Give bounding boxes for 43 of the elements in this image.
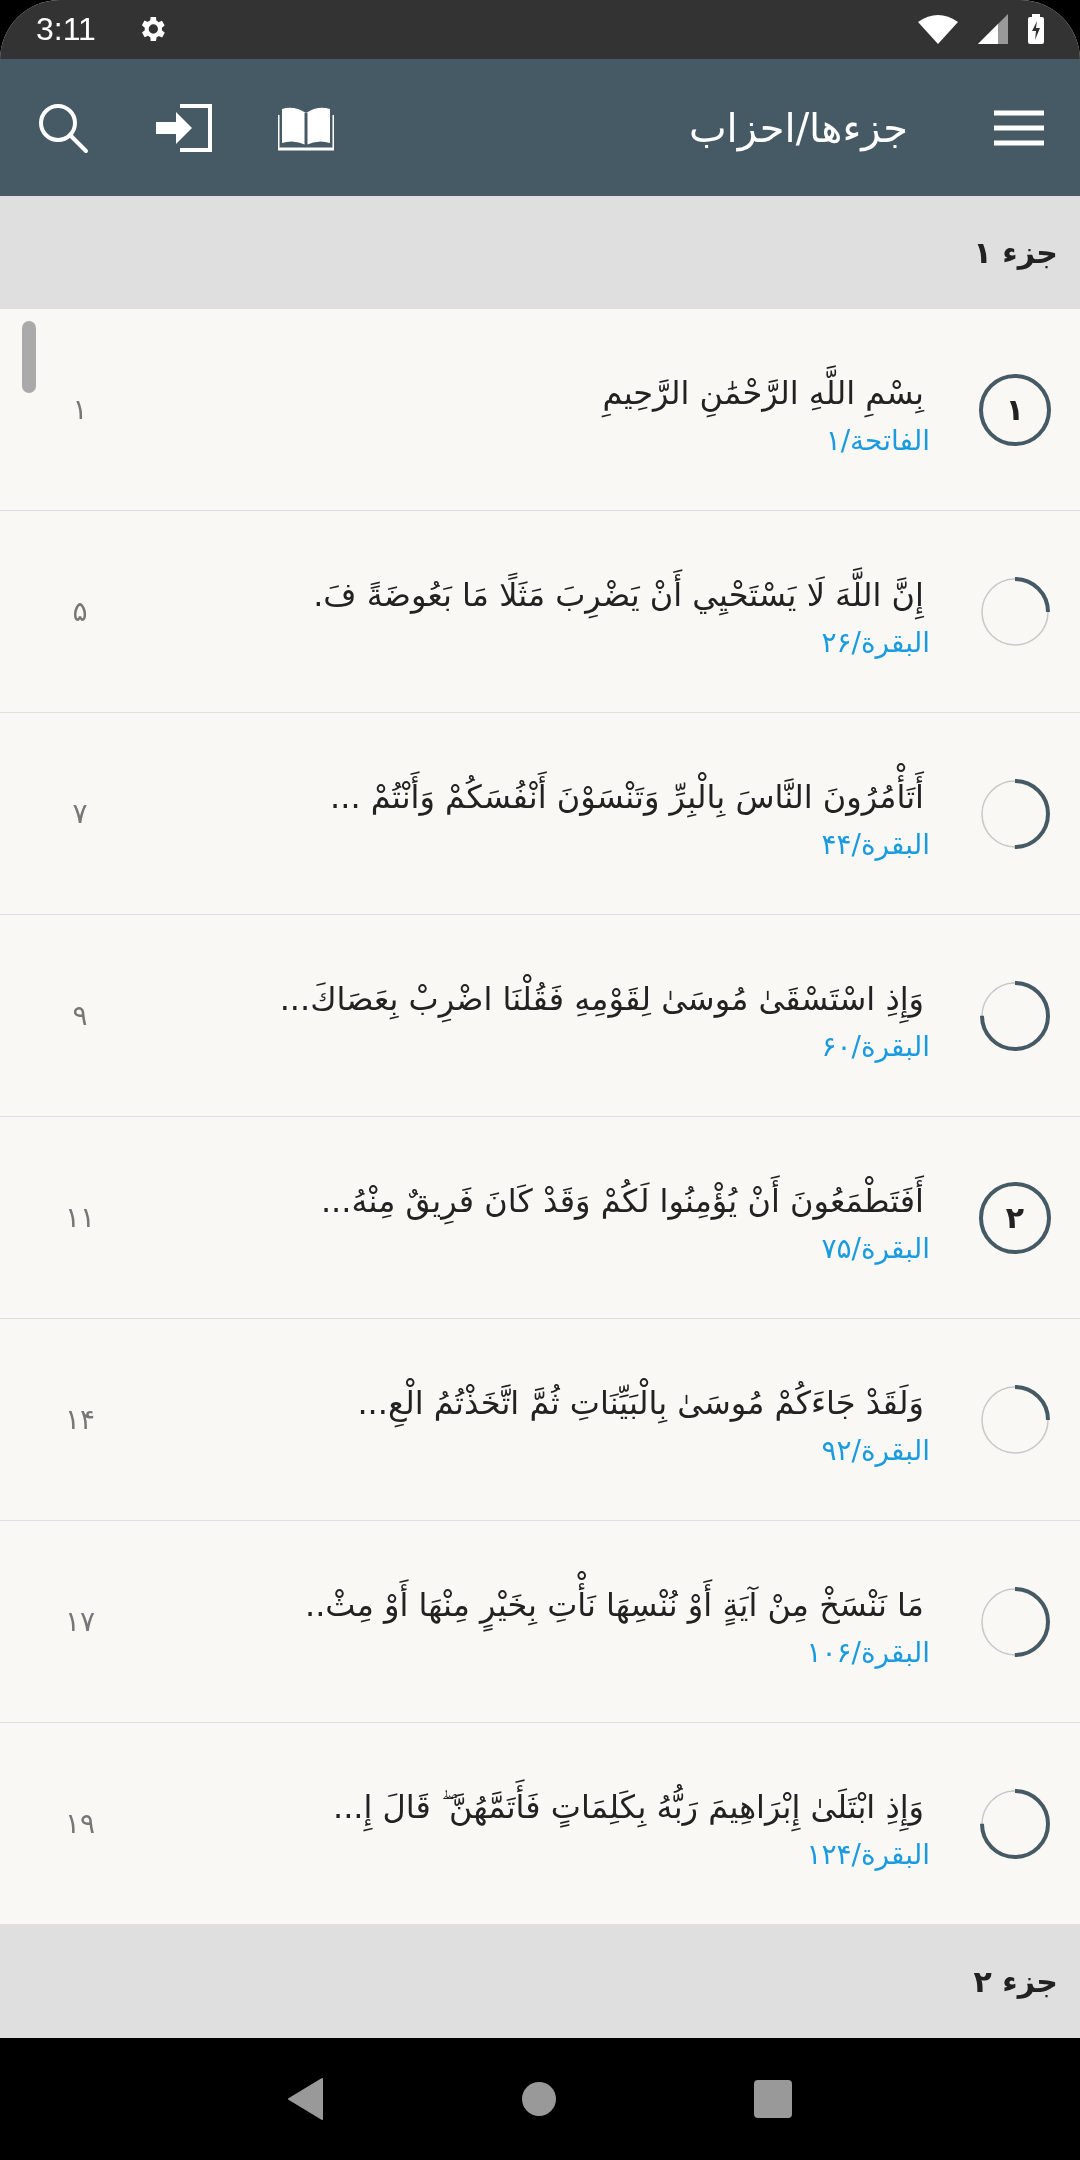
page-number: ۵ xyxy=(72,595,88,629)
section-title: جزء ۱ xyxy=(973,235,1058,271)
app-title: جزءها/احزاب xyxy=(688,104,908,151)
page-number: ۷ xyxy=(72,797,88,831)
surah-reference: البقرة/۴۴ xyxy=(821,827,930,861)
wifi-icon xyxy=(918,14,958,45)
verse-text: أَفَتَطْمَعُونَ أَنْ يُؤْمِنُوا لَكُمْ وَقَدْ كَانَ فَرِيقٌ مِنْهُ... xyxy=(314,1170,930,1232)
surah-reference: البقرة/۲۶ xyxy=(821,625,930,659)
page-number: ۱۷ xyxy=(64,1605,96,1639)
status-time: 3:11 xyxy=(36,10,96,48)
hizb-badge: ۱ xyxy=(979,373,1051,446)
page-number: ۹ xyxy=(72,999,88,1033)
signal-icon xyxy=(978,14,1008,45)
surah-reference: الفاتحة/۱ xyxy=(825,423,930,457)
verse-text: وَإِذِ ابْتَلَىٰ إِبْرَاهِيمَ رَبُّهُ بِكَلِمَاتٍ فَأَتَمَّهُنَّ ۖ قَالَ إِ... xyxy=(327,1776,930,1838)
surah-reference: البقرة/۷۵ xyxy=(821,1231,930,1265)
login-icon[interactable] xyxy=(156,103,212,152)
verse-text: وَإِذِ اسْتَسْقَىٰ مُوسَىٰ لِقَوْمِهِ فَقُلْنَا اضْرِبْ بِعَصَاكَ... xyxy=(273,968,930,1030)
list-item[interactable]: أَتَأْمُرُونَ النَّاسَ بِالْبِرِّ وَتَنْسَوْنَ أَنْفُسَكُمْ وَأَنْتُمْ ... البقرة/۴۴ ۷ xyxy=(0,713,1080,916)
back-icon[interactable] xyxy=(288,2078,325,2121)
section-title: جزء ۲ xyxy=(973,1964,1058,2000)
hizb-badge: ۲ xyxy=(979,1181,1051,1254)
page-number: ۱۴ xyxy=(64,1403,96,1437)
surah-reference: البقرة/۶۰ xyxy=(821,1029,930,1063)
list-item[interactable]: وَلَقَدْ جَاءَكُمْ مُوسَىٰ بِالْبَيِّنَاتِ ثُمَّ اتَّخَذْتُمُ الْعِ... البقرة/۹۲ ۱۴ xyxy=(0,1319,1080,1522)
surah-reference: البقرة/۱۰۶ xyxy=(806,1635,930,1669)
page-number: ۱۱ xyxy=(64,1201,96,1235)
verse-text: وَلَقَدْ جَاءَكُمْ مُوسَىٰ بِالْبَيِّنَاتِ ثُمَّ اتَّخَذْتُمُ الْعِ... xyxy=(351,1372,930,1434)
list-item[interactable]: ۲ أَفَتَطْمَعُونَ أَنْ يُؤْمِنُوا لَكُمْ وَقَدْ كَانَ فَرِيقٌ مِنْهُ... البقرة/۷۵ ۱۱ xyxy=(0,1117,1080,1320)
list-item[interactable]: مَا نَنْسَخْ مِنْ آيَةٍ أَوْ نُنْسِهَا نَأْتِ بِخَيْرٍ مِنْهَا أَوْ مِثْ.. البقرة/۱۰۶ ۱۷ xyxy=(0,1521,1080,1724)
home-icon[interactable] xyxy=(521,2081,557,2118)
verse-text: إِنَّ اللَّهَ لَا يَسْتَحْيِي أَنْ يَضْرِبَ مَثَلًا مَا بَعُوضَةً فَ. xyxy=(307,564,930,626)
list-item[interactable]: وَإِذِ اسْتَسْقَىٰ مُوسَىٰ لِقَوْمِهِ فَقُلْنَا اضْرِبْ بِعَصَاكَ... البقرة/۶۰ ۹ xyxy=(0,915,1080,1118)
list-item[interactable]: إِنَّ اللَّهَ لَا يَسْتَحْيِي أَنْ يَضْرِبَ مَثَلًا مَا بَعُوضَةً فَ. البقرة/۲۶ ۵ xyxy=(0,511,1080,714)
verse-text: بِسْمِ اللَّهِ الرَّحْمَٰنِ الرَّحِيمِ xyxy=(596,362,930,424)
recents-icon[interactable] xyxy=(753,2080,792,2119)
menu-icon[interactable] xyxy=(994,109,1044,146)
battery-icon xyxy=(1028,14,1044,45)
list-item[interactable]: ۱ بِسْمِ اللَّهِ الرَّحْمَٰنِ الرَّحِيمِ الفاتحة/۱ ۱ xyxy=(0,309,1080,512)
page-number: ۱۹ xyxy=(64,1807,96,1841)
surah-reference: البقرة/۹۲ xyxy=(821,1433,930,1467)
page-number: ۱ xyxy=(72,393,88,427)
surah-reference: البقرة/۱۲۴ xyxy=(806,1837,930,1871)
